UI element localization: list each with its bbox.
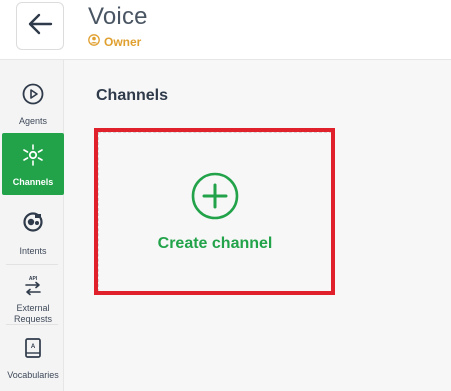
sidebar-item-vocabularies[interactable]: A Vocabularies <box>2 326 64 386</box>
sidebar: Agents Channels Intents API External Req… <box>0 60 64 391</box>
book-icon: A <box>23 334 43 362</box>
page-title: Voice <box>88 3 148 30</box>
intents-icon <box>22 208 44 236</box>
header: Voice Owner <box>0 0 451 60</box>
sidebar-item-agents[interactable]: Agents <box>2 72 64 130</box>
nav-divider <box>6 324 58 325</box>
sidebar-item-label: Agents <box>18 116 48 126</box>
arrow-left-icon <box>27 12 53 41</box>
main-content: Channels Create channel <box>64 60 451 391</box>
sidebar-item-label: Channels <box>12 177 54 187</box>
back-button[interactable] <box>16 2 64 50</box>
sidebar-item-external-requests[interactable]: API External Requests <box>2 265 64 325</box>
role-badge: Owner <box>88 34 141 49</box>
role-label: Owner <box>104 34 142 49</box>
plus-circle-icon <box>191 172 239 225</box>
create-channel-label: Create channel <box>157 234 273 252</box>
user-circle-icon <box>88 34 100 49</box>
create-channel-card[interactable]: Create channel <box>98 132 332 292</box>
svg-text:API: API <box>29 276 38 282</box>
play-circle-icon <box>22 80 44 108</box>
section-title: Channels <box>96 87 169 104</box>
svg-text:A: A <box>31 344 36 350</box>
sidebar-item-label: Intents <box>19 246 47 256</box>
api-arrows-icon: API <box>22 273 44 299</box>
hub-icon <box>21 141 45 169</box>
sidebar-item-label: Vocabularies <box>7 370 59 380</box>
sidebar-item-intents[interactable]: Intents <box>2 200 64 258</box>
sidebar-item-label: External Requests <box>13 303 53 324</box>
sidebar-item-channels[interactable]: Channels <box>2 133 64 195</box>
